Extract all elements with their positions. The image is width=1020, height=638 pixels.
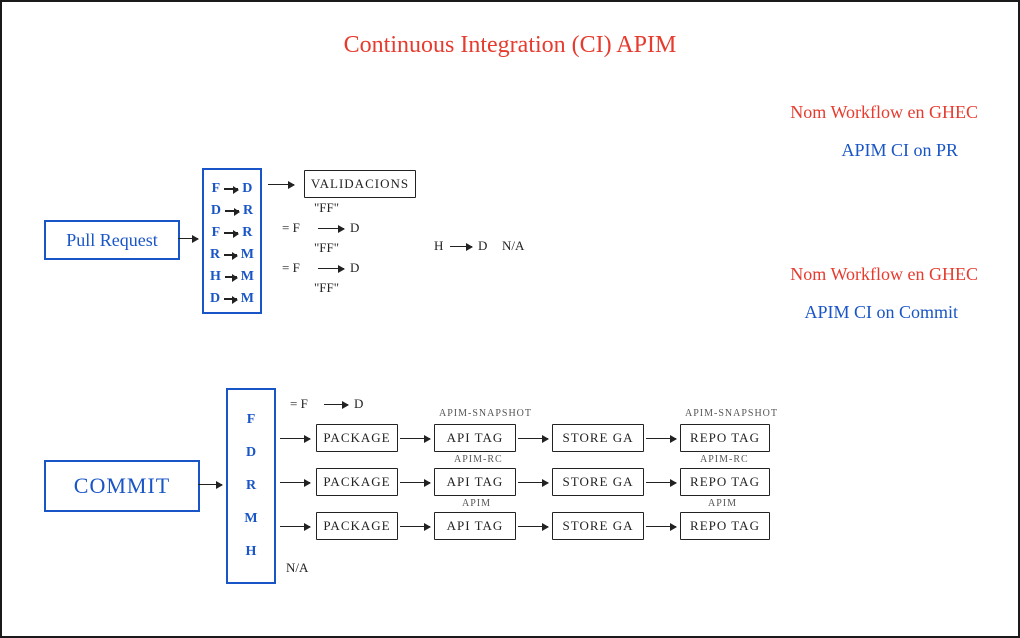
apitag-box: API TAG [434, 424, 516, 452]
side-pr-label: Nom Workflow en GHEC [790, 102, 978, 123]
arrow-icon [318, 228, 344, 229]
apitag-caption: APIM-RC [454, 454, 503, 465]
arrow-icon [400, 482, 430, 483]
page-title: Continuous Integration (CI) APIM [2, 32, 1018, 59]
pull-request-box: Pull Request [44, 220, 180, 260]
eq-note: = F [282, 260, 300, 276]
arrow-icon [400, 526, 430, 527]
eq-note: = F [282, 220, 300, 236]
na-note: N/A [502, 238, 524, 254]
eq-note: = F [290, 396, 308, 412]
arrow-icon [324, 404, 348, 405]
repotag-box: REPO TAG [680, 468, 770, 496]
validations-box: VALIDACIONS [304, 170, 416, 198]
repotag-caption: APIM-RC [700, 454, 749, 465]
package-box: PACKAGE [316, 512, 398, 540]
arrow-icon [198, 484, 222, 485]
apitag-box: API TAG [434, 512, 516, 540]
arrow-icon [225, 276, 237, 278]
repotag-caption: APIM-SNAPSHOT [685, 408, 778, 419]
arrow-icon [280, 438, 310, 439]
arrow-icon [646, 482, 676, 483]
arrow-icon [450, 246, 472, 247]
arrow-icon [268, 184, 294, 185]
d-note: D [350, 260, 359, 276]
ff-note: "FF" [314, 280, 339, 296]
arrow-icon [518, 526, 548, 527]
side-commit-label: Nom Workflow en GHEC [790, 264, 978, 285]
repotag-box: REPO TAG [680, 512, 770, 540]
transition-row: RM [210, 244, 254, 266]
repotag-caption: APIM [708, 498, 737, 509]
storega-box: STORE GA [552, 512, 644, 540]
package-box: PACKAGE [316, 424, 398, 452]
apitag-caption: APIM [462, 498, 491, 509]
transition-row: DM [210, 288, 254, 310]
d-note: D [478, 238, 487, 254]
repotag-box: REPO TAG [680, 424, 770, 452]
transition-row: HM [210, 266, 254, 288]
arrow-icon [178, 238, 198, 239]
arrow-icon [518, 482, 548, 483]
commit-letter: M [244, 511, 257, 527]
transition-row: FD [210, 178, 254, 200]
arrow-icon [280, 526, 310, 527]
commit-letter: D [246, 445, 256, 461]
ff-note: "FF" [314, 240, 339, 256]
arrow-icon [224, 254, 237, 256]
arrow-icon [518, 438, 548, 439]
arrow-icon [646, 526, 676, 527]
commit-letter: R [246, 478, 256, 494]
apitag-caption: APIM-SNAPSHOT [439, 408, 532, 419]
na-note: N/A [286, 560, 308, 576]
arrow-icon [224, 188, 238, 190]
h-note: H [434, 238, 443, 254]
arrow-icon [224, 232, 238, 234]
arrow-icon [280, 482, 310, 483]
side-commit-value: APIM CI on Commit [804, 302, 958, 323]
arrow-icon [224, 298, 237, 300]
ff-note: "FF" [314, 200, 339, 216]
transition-row: FR [210, 222, 254, 244]
side-pr-value: APIM CI on PR [841, 140, 958, 161]
package-box: PACKAGE [316, 468, 398, 496]
commit-letter: F [247, 412, 256, 428]
pr-transitions-column: FD DR FR RM HM DM [202, 168, 262, 314]
d-note: D [354, 396, 363, 412]
arrow-icon [318, 268, 344, 269]
commit-letters-column: F D R M H [226, 388, 276, 584]
arrow-icon [646, 438, 676, 439]
apitag-box: API TAG [434, 468, 516, 496]
storega-box: STORE GA [552, 424, 644, 452]
commit-box: COMMIT [44, 460, 200, 512]
transition-row: DR [210, 200, 254, 222]
arrow-icon [400, 438, 430, 439]
d-note: D [350, 220, 359, 236]
storega-box: STORE GA [552, 468, 644, 496]
commit-letter: H [246, 544, 257, 560]
arrow-icon [225, 210, 239, 212]
